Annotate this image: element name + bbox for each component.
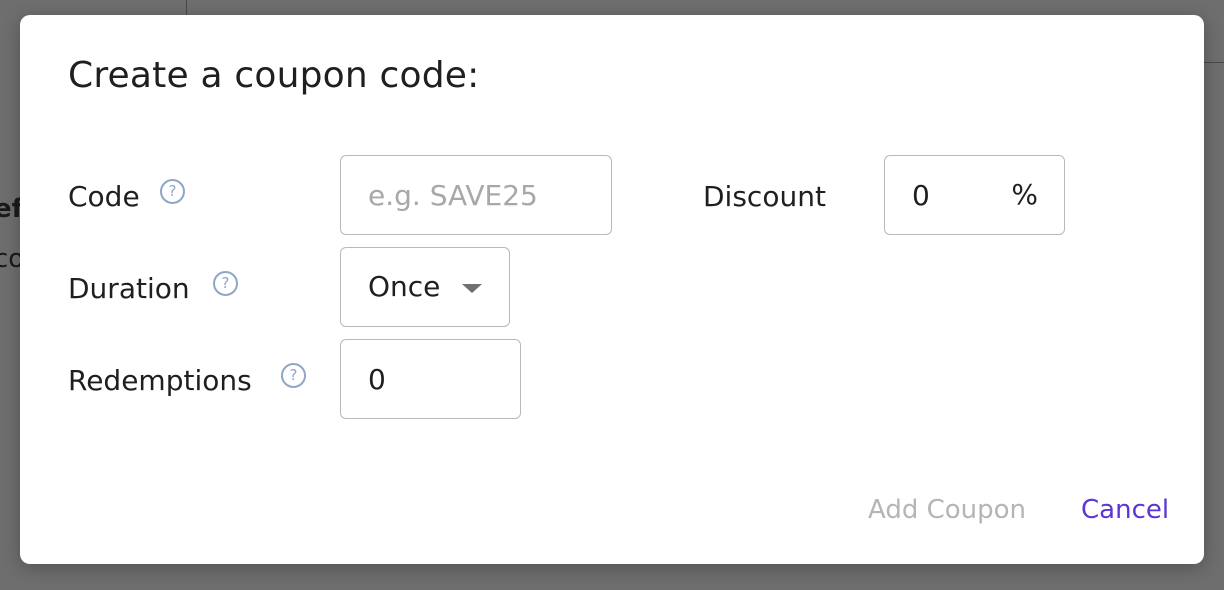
code-field[interactable] xyxy=(340,155,612,235)
percent-unit: % xyxy=(1011,178,1038,211)
redemptions-field[interactable] xyxy=(340,339,521,419)
duration-label: Duration xyxy=(68,272,190,305)
discount-input[interactable] xyxy=(912,178,992,212)
code-input[interactable] xyxy=(368,178,598,212)
cancel-button[interactable]: Cancel xyxy=(1081,495,1169,525)
coupon-dialog: Create a coupon code: Code ? Discount % … xyxy=(20,15,1204,564)
code-label: Code xyxy=(68,180,140,213)
duration-select[interactable]: Once xyxy=(340,247,510,327)
dialog-title: Create a coupon code: xyxy=(68,55,480,96)
discount-field[interactable]: % xyxy=(884,155,1065,235)
discount-label: Discount xyxy=(703,180,826,213)
redemptions-help-icon[interactable]: ? xyxy=(281,363,306,388)
code-help-icon[interactable]: ? xyxy=(160,179,185,204)
add-coupon-button[interactable]: Add Coupon xyxy=(868,495,1026,525)
duration-help-icon[interactable]: ? xyxy=(213,271,238,296)
redemptions-label: Redemptions xyxy=(68,364,252,397)
chevron-down-icon xyxy=(462,284,482,293)
background-divider xyxy=(186,0,187,16)
duration-selected-value: Once xyxy=(368,270,441,303)
background-divider-right xyxy=(1204,62,1224,63)
redemptions-input[interactable] xyxy=(368,362,498,396)
